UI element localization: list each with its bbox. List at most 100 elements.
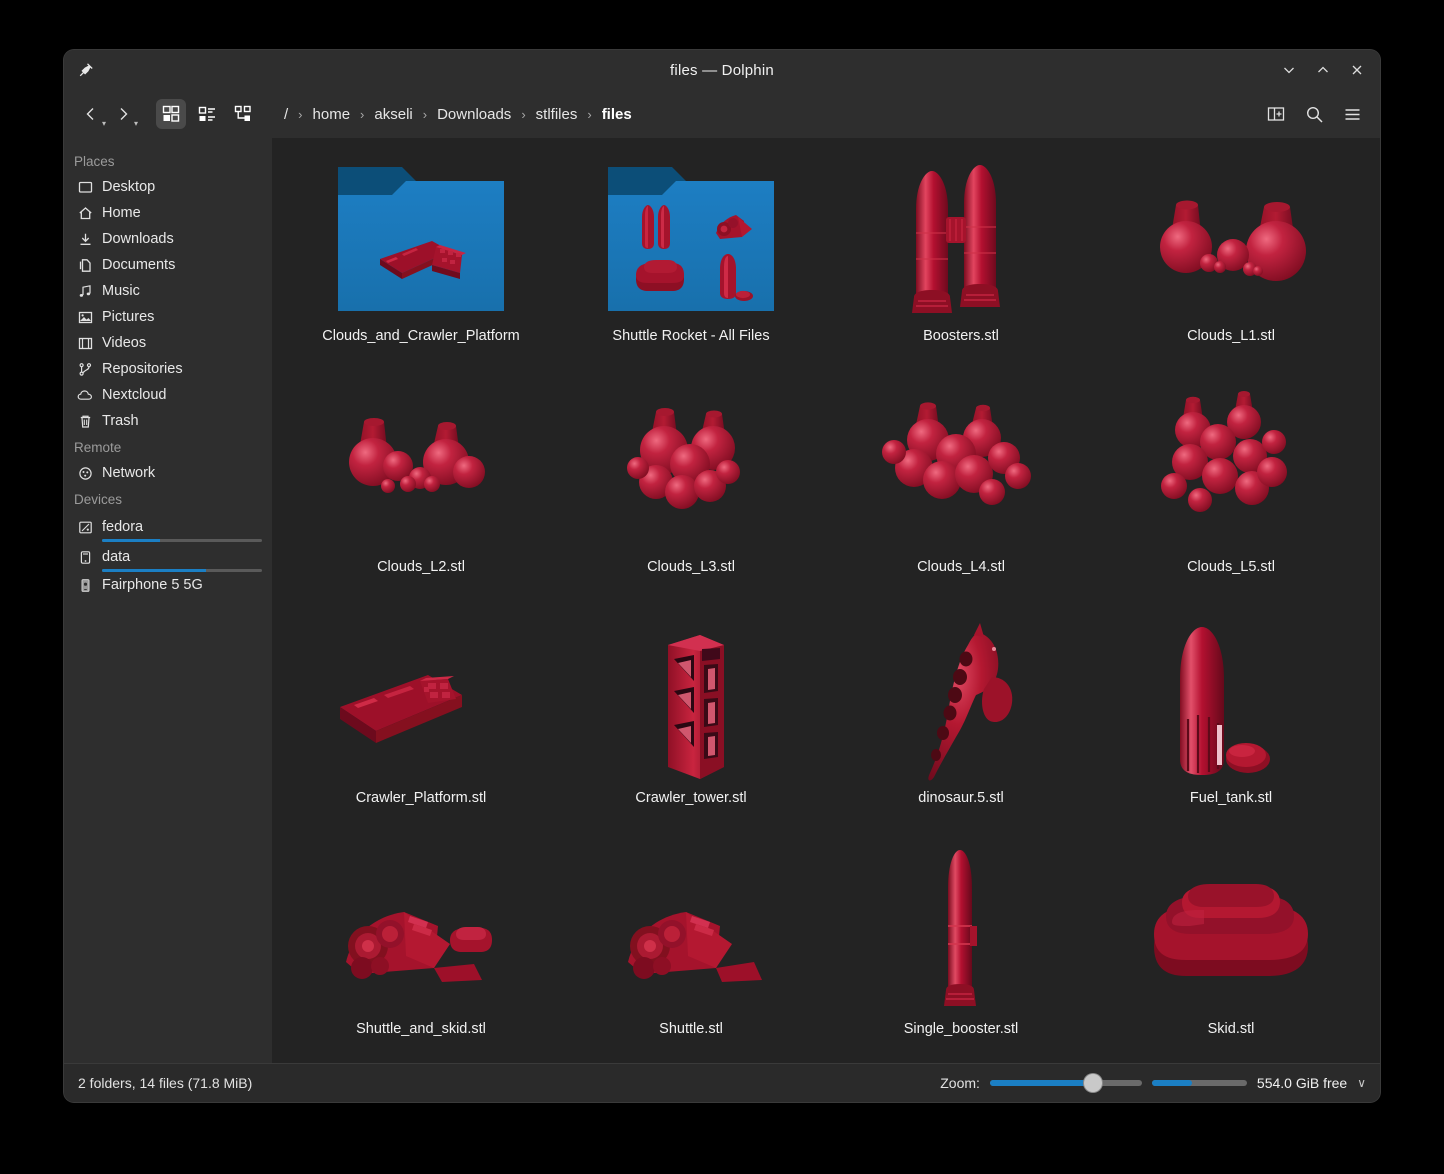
stl-thumbnail (1136, 847, 1326, 1017)
title-bar: files — Dolphin (64, 50, 1380, 90)
zoom-slider-handle[interactable] (1084, 1074, 1103, 1092)
sidebar-item-repositories[interactable]: Repositories (64, 356, 272, 382)
home-icon (74, 206, 96, 221)
file-item[interactable]: Crawler_Platform.stl (286, 610, 556, 841)
file-name: Clouds_L3.stl (647, 559, 735, 575)
status-summary: 2 folders, 14 files (71.8 MiB) (78, 1075, 253, 1091)
zoom-label: Zoom: (940, 1075, 980, 1091)
file-item[interactable]: Crawler_tower.stl (556, 610, 826, 841)
breadcrumb: / › home › akseli › Downloads › stlfiles… (278, 103, 638, 126)
close-button[interactable] (1342, 55, 1372, 85)
breadcrumb-item-stlfiles[interactable]: stlfiles (530, 103, 584, 126)
folder-thumbnail (326, 154, 516, 324)
chevron-right-icon: › (422, 106, 428, 122)
free-space-label: 554.0 GiB free (1256, 1075, 1348, 1091)
sidebar-item-network[interactable]: Network (64, 460, 272, 486)
sidebar-item-nextcloud[interactable]: Nextcloud (64, 382, 272, 408)
sidebar-item-label: Documents (102, 257, 176, 273)
file-grid: Clouds_and_Crawler_Platform Shuttle Rock… (272, 138, 1380, 1063)
zoom-slider[interactable] (989, 1074, 1142, 1092)
file-item[interactable]: Clouds_L3.stl (556, 379, 826, 610)
phone-icon (74, 578, 96, 593)
window-controls (1274, 50, 1372, 90)
stl-thumbnail (326, 616, 516, 786)
file-item[interactable]: Clouds_L2.stl (286, 379, 556, 610)
file-item[interactable]: Clouds_L1.stl (1096, 148, 1366, 379)
sidebar-item-label: Music (102, 283, 140, 299)
breadcrumb-item-home[interactable]: home (307, 103, 357, 126)
split-view-icon[interactable] (1260, 98, 1292, 130)
sidebar-item-label: Network (102, 465, 156, 481)
repositories-icon (74, 362, 96, 377)
sidebar-item-fairphone[interactable]: Fairphone 5 5G (64, 572, 272, 598)
stl-thumbnail (866, 385, 1056, 555)
file-name: Shuttle_and_skid.stl (356, 1021, 486, 1037)
breadcrumb-item-files[interactable]: files (596, 103, 638, 126)
stl-thumbnail (1136, 154, 1326, 324)
view-mode-icons-button[interactable] (156, 99, 186, 129)
file-grid-view[interactable]: Clouds_and_Crawler_Platform Shuttle Rock… (272, 138, 1380, 1063)
chevron-right-icon: › (298, 106, 303, 122)
search-icon[interactable] (1298, 98, 1330, 130)
sidebar-item-label: Desktop (102, 179, 156, 195)
sidebar-item-label: Repositories (102, 361, 183, 377)
sidebar-item-fedora[interactable]: fedora (64, 512, 272, 542)
music-icon (74, 284, 96, 299)
sidebar-item-label: data (102, 549, 131, 565)
file-item[interactable]: Shuttle.stl (556, 841, 826, 1063)
maximize-button[interactable] (1308, 55, 1338, 85)
view-mode-details-button[interactable] (228, 99, 258, 129)
sidebar-item-downloads[interactable]: Downloads (64, 226, 272, 252)
sidebar-item-trash[interactable]: Trash (64, 408, 272, 434)
sidebar-item-home[interactable]: Home (64, 200, 272, 226)
file-item[interactable]: Clouds_L5.stl (1096, 379, 1366, 610)
downloads-icon (74, 232, 96, 247)
sidebar-item-documents[interactable]: Documents (64, 252, 272, 278)
file-name: Crawler_Platform.stl (355, 790, 487, 806)
back-button[interactable]: ▾ (76, 99, 106, 129)
sidebar-item-data[interactable]: data (64, 542, 272, 572)
file-item[interactable]: Shuttle_and_skid.stl (286, 841, 556, 1063)
file-name: Single_booster.stl (903, 1021, 1019, 1037)
desktop-icon (74, 180, 96, 195)
file-name: Clouds_L2.stl (377, 559, 465, 575)
sidebar-item-label: Videos (102, 335, 147, 351)
chevron-right-icon: › (521, 106, 526, 122)
breadcrumb-item-root[interactable]: / (278, 103, 294, 126)
drive-icon (74, 550, 96, 565)
file-item[interactable]: Shuttle Rocket - All Files (556, 148, 826, 379)
folder-thumbnail (596, 154, 786, 324)
file-item[interactable]: Single_booster.stl (826, 841, 1096, 1063)
sidebar-item-desktop[interactable]: Desktop (64, 174, 272, 200)
file-name: Shuttle Rocket - All Files (612, 328, 770, 344)
sidebar-item-pictures[interactable]: Pictures (64, 304, 272, 330)
sidebar-item-videos[interactable]: Videos (64, 330, 272, 356)
menu-icon[interactable] (1336, 98, 1368, 130)
cloud-icon (74, 388, 96, 403)
trash-icon (74, 414, 96, 429)
window-title: files — Dolphin (670, 61, 774, 79)
file-item[interactable]: Boosters.stl (826, 148, 1096, 379)
zoom-slider-secondary[interactable] (1151, 1080, 1247, 1086)
minimize-button[interactable] (1274, 55, 1304, 85)
forward-button[interactable]: ▾ (108, 99, 138, 129)
breadcrumb-item-akseli[interactable]: akseli (368, 103, 418, 126)
file-name: Clouds_L5.stl (1187, 559, 1275, 575)
file-item[interactable]: dinosaur.5.stl (826, 610, 1096, 841)
file-item[interactable]: Clouds_and_Crawler_Platform (286, 148, 556, 379)
file-name: Clouds_and_Crawler_Platform (322, 328, 520, 344)
breadcrumb-item-downloads[interactable]: Downloads (431, 103, 517, 126)
documents-icon (74, 258, 96, 273)
file-item[interactable]: Fuel_tank.stl (1096, 610, 1366, 841)
sidebar-item-label: Nextcloud (102, 387, 167, 403)
sidebar-item-music[interactable]: Music (64, 278, 272, 304)
network-icon (74, 466, 96, 481)
stl-thumbnail (866, 154, 1056, 324)
view-mode-compact-button[interactable] (192, 99, 222, 129)
file-item[interactable]: Clouds_L4.stl (826, 379, 1096, 610)
toolbar: ▾ ▾ / › home › akseli › Downloads › stlf… (64, 90, 1380, 138)
file-item[interactable]: Skid.stl (1096, 841, 1366, 1063)
back-dropdown-caret[interactable]: ▾ (102, 120, 106, 128)
chevron-down-icon[interactable]: ∨ (1357, 1076, 1366, 1090)
forward-dropdown-caret[interactable]: ▾ (134, 120, 138, 128)
